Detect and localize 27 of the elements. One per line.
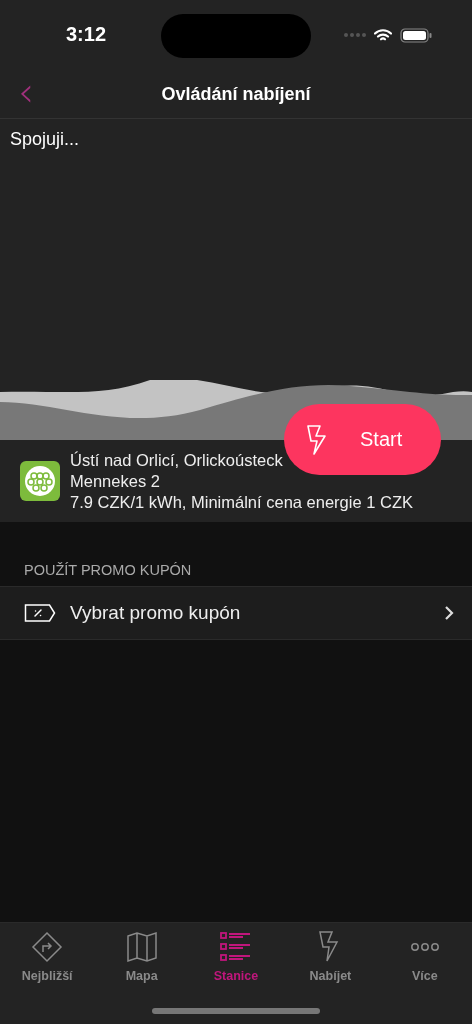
start-button[interactable]: Start xyxy=(284,404,441,475)
connector-type: Mennekes 2 xyxy=(70,470,160,492)
more-icon xyxy=(409,943,440,951)
price-text: 7.9 CZK/1 kWh, Minimální cena energie 1 CZK xyxy=(70,491,413,513)
chevron-icon xyxy=(444,605,454,621)
wifi-icon xyxy=(374,28,392,42)
back-button[interactable]: ‹ xyxy=(18,74,34,110)
promo-row[interactable]: Vybrat promo kupón xyxy=(0,586,472,640)
station-address: Ústí nad Orlicí, Orlickoústeck xyxy=(70,449,283,471)
list-icon xyxy=(220,931,252,963)
status-text: Spojuji... xyxy=(10,129,80,150)
screen-title: Ovládání nabíjení xyxy=(161,83,311,105)
tab-item[interactable]: Více xyxy=(377,931,472,983)
bolt-icon xyxy=(306,423,328,456)
status-time: 3:12 xyxy=(66,23,107,46)
map-icon xyxy=(125,931,158,963)
tab-item[interactable]: Nejbližší xyxy=(0,931,95,983)
turn-sign-icon xyxy=(31,931,64,963)
coupon-icon xyxy=(24,603,56,623)
section-header: POUŽÍT PROMO KUPÓN xyxy=(24,562,192,578)
battery-icon xyxy=(400,27,432,43)
connector-icon xyxy=(20,461,60,501)
signal-icon xyxy=(344,32,366,38)
tab-item[interactable]: Mapa xyxy=(94,931,189,983)
tab-item[interactable]: Stanice xyxy=(188,931,284,983)
promo-label: Vybrat promo kupón xyxy=(70,602,242,624)
tab-item[interactable]: Nabíjet xyxy=(283,931,378,983)
